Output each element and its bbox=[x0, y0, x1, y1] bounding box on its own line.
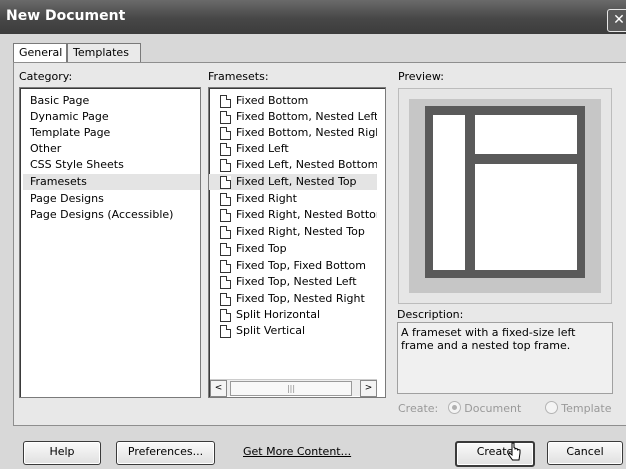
help-button[interactable]: Help bbox=[23, 441, 101, 465]
document-icon bbox=[220, 193, 231, 206]
radio-template[interactable]: Template bbox=[544, 401, 611, 415]
window-title: New Document bbox=[6, 8, 126, 24]
radio-unselected-icon bbox=[544, 401, 558, 414]
tab-templates[interactable]: Templates bbox=[67, 43, 141, 63]
category-label: Category: bbox=[19, 70, 73, 83]
document-icon bbox=[220, 111, 231, 124]
category-item[interactable]: Page Designs bbox=[30, 191, 104, 207]
frameset-item[interactable]: Fixed Top, Nested Left bbox=[209, 274, 377, 290]
get-more-content-link[interactable]: Get More Content... bbox=[243, 445, 351, 458]
frameset-item-selected[interactable]: Fixed Left, Nested Top bbox=[209, 174, 377, 190]
frameset-item[interactable]: Fixed Right bbox=[209, 191, 377, 207]
close-icon: ✕ bbox=[613, 12, 625, 28]
document-icon bbox=[220, 243, 231, 256]
frameset-item[interactable]: Split Horizontal bbox=[209, 307, 377, 323]
frameset-item[interactable]: Fixed Right, Nested Bottom bbox=[209, 207, 377, 223]
create-as-label: Create: bbox=[398, 402, 439, 415]
create-as-group: Create: Document Template bbox=[398, 401, 611, 415]
preview-panel bbox=[398, 88, 612, 304]
frameset-item[interactable]: Fixed Left bbox=[209, 141, 377, 157]
document-icon bbox=[220, 159, 231, 172]
description-label: Description: bbox=[397, 308, 464, 321]
frameset-preview-graphic bbox=[409, 99, 601, 293]
category-item[interactable]: Basic Page bbox=[30, 93, 89, 109]
radio-document[interactable]: Document bbox=[447, 401, 525, 415]
frameset-item[interactable]: Fixed Bottom, Nested Left bbox=[209, 109, 377, 125]
document-icon bbox=[220, 276, 231, 289]
description-box: A frameset with a fixed-size left frame … bbox=[397, 322, 613, 394]
category-item[interactable]: Page Designs (Accessible) bbox=[30, 207, 173, 223]
frameset-item[interactable]: Fixed Top bbox=[209, 241, 377, 257]
category-item[interactable]: Dynamic Page bbox=[30, 109, 109, 125]
frameset-item[interactable]: Fixed Bottom bbox=[209, 93, 377, 109]
framesets-list[interactable]: Fixed Bottom Fixed Bottom, Nested Left F… bbox=[208, 87, 386, 398]
document-icon bbox=[220, 95, 231, 108]
frameset-item[interactable]: Fixed Bottom, Nested Right bbox=[209, 125, 377, 141]
grip-icon: ||| bbox=[286, 384, 296, 393]
create-button[interactable]: Create bbox=[455, 441, 535, 467]
close-button[interactable]: ✕ bbox=[607, 9, 626, 32]
frameset-item[interactable]: Fixed Top, Nested Right bbox=[209, 291, 377, 307]
category-item-selected[interactable]: Framesets bbox=[23, 174, 200, 190]
document-icon bbox=[220, 143, 231, 156]
description-text: A frameset with a fixed-size left frame … bbox=[401, 326, 576, 352]
document-icon bbox=[220, 209, 231, 222]
document-icon bbox=[220, 176, 231, 189]
category-item[interactable]: Other bbox=[30, 141, 61, 157]
frameset-item[interactable]: Fixed Left, Nested Bottom bbox=[209, 157, 377, 173]
document-icon bbox=[220, 325, 231, 338]
document-icon bbox=[220, 293, 231, 306]
new-document-dialog: New Document ✕ General Templates Categor… bbox=[0, 0, 626, 469]
category-item[interactable]: Template Page bbox=[30, 125, 110, 141]
preview-label: Preview: bbox=[398, 70, 444, 83]
tab-general[interactable]: General bbox=[13, 43, 67, 64]
document-icon bbox=[220, 127, 231, 140]
document-icon bbox=[220, 260, 231, 273]
scroll-left-icon: < bbox=[214, 383, 223, 393]
radio-selected-icon bbox=[447, 401, 461, 414]
scroll-right-icon: > bbox=[364, 383, 373, 393]
scroll-right-button[interactable]: > bbox=[360, 380, 377, 397]
horizontal-scrollbar[interactable]: < ||| > bbox=[210, 379, 377, 397]
category-item[interactable]: CSS Style Sheets bbox=[30, 157, 124, 173]
category-list[interactable]: Basic Page Dynamic Page Template Page Ot… bbox=[19, 87, 201, 398]
document-icon bbox=[220, 309, 231, 322]
title-bar[interactable]: New Document ✕ bbox=[0, 0, 626, 34]
mouse-pointer-icon bbox=[508, 442, 521, 461]
document-icon bbox=[220, 226, 231, 239]
frameset-item[interactable]: Fixed Top, Fixed Bottom bbox=[209, 258, 377, 274]
frameset-item[interactable]: Split Vertical bbox=[209, 323, 377, 339]
preferences-button[interactable]: Preferences... bbox=[116, 441, 215, 465]
scroll-left-button[interactable]: < bbox=[210, 380, 227, 397]
framesets-label: Framesets: bbox=[208, 70, 269, 83]
frameset-item[interactable]: Fixed Right, Nested Top bbox=[209, 224, 377, 240]
cancel-button[interactable]: Cancel bbox=[547, 441, 623, 465]
scroll-thumb[interactable]: ||| bbox=[230, 381, 352, 396]
